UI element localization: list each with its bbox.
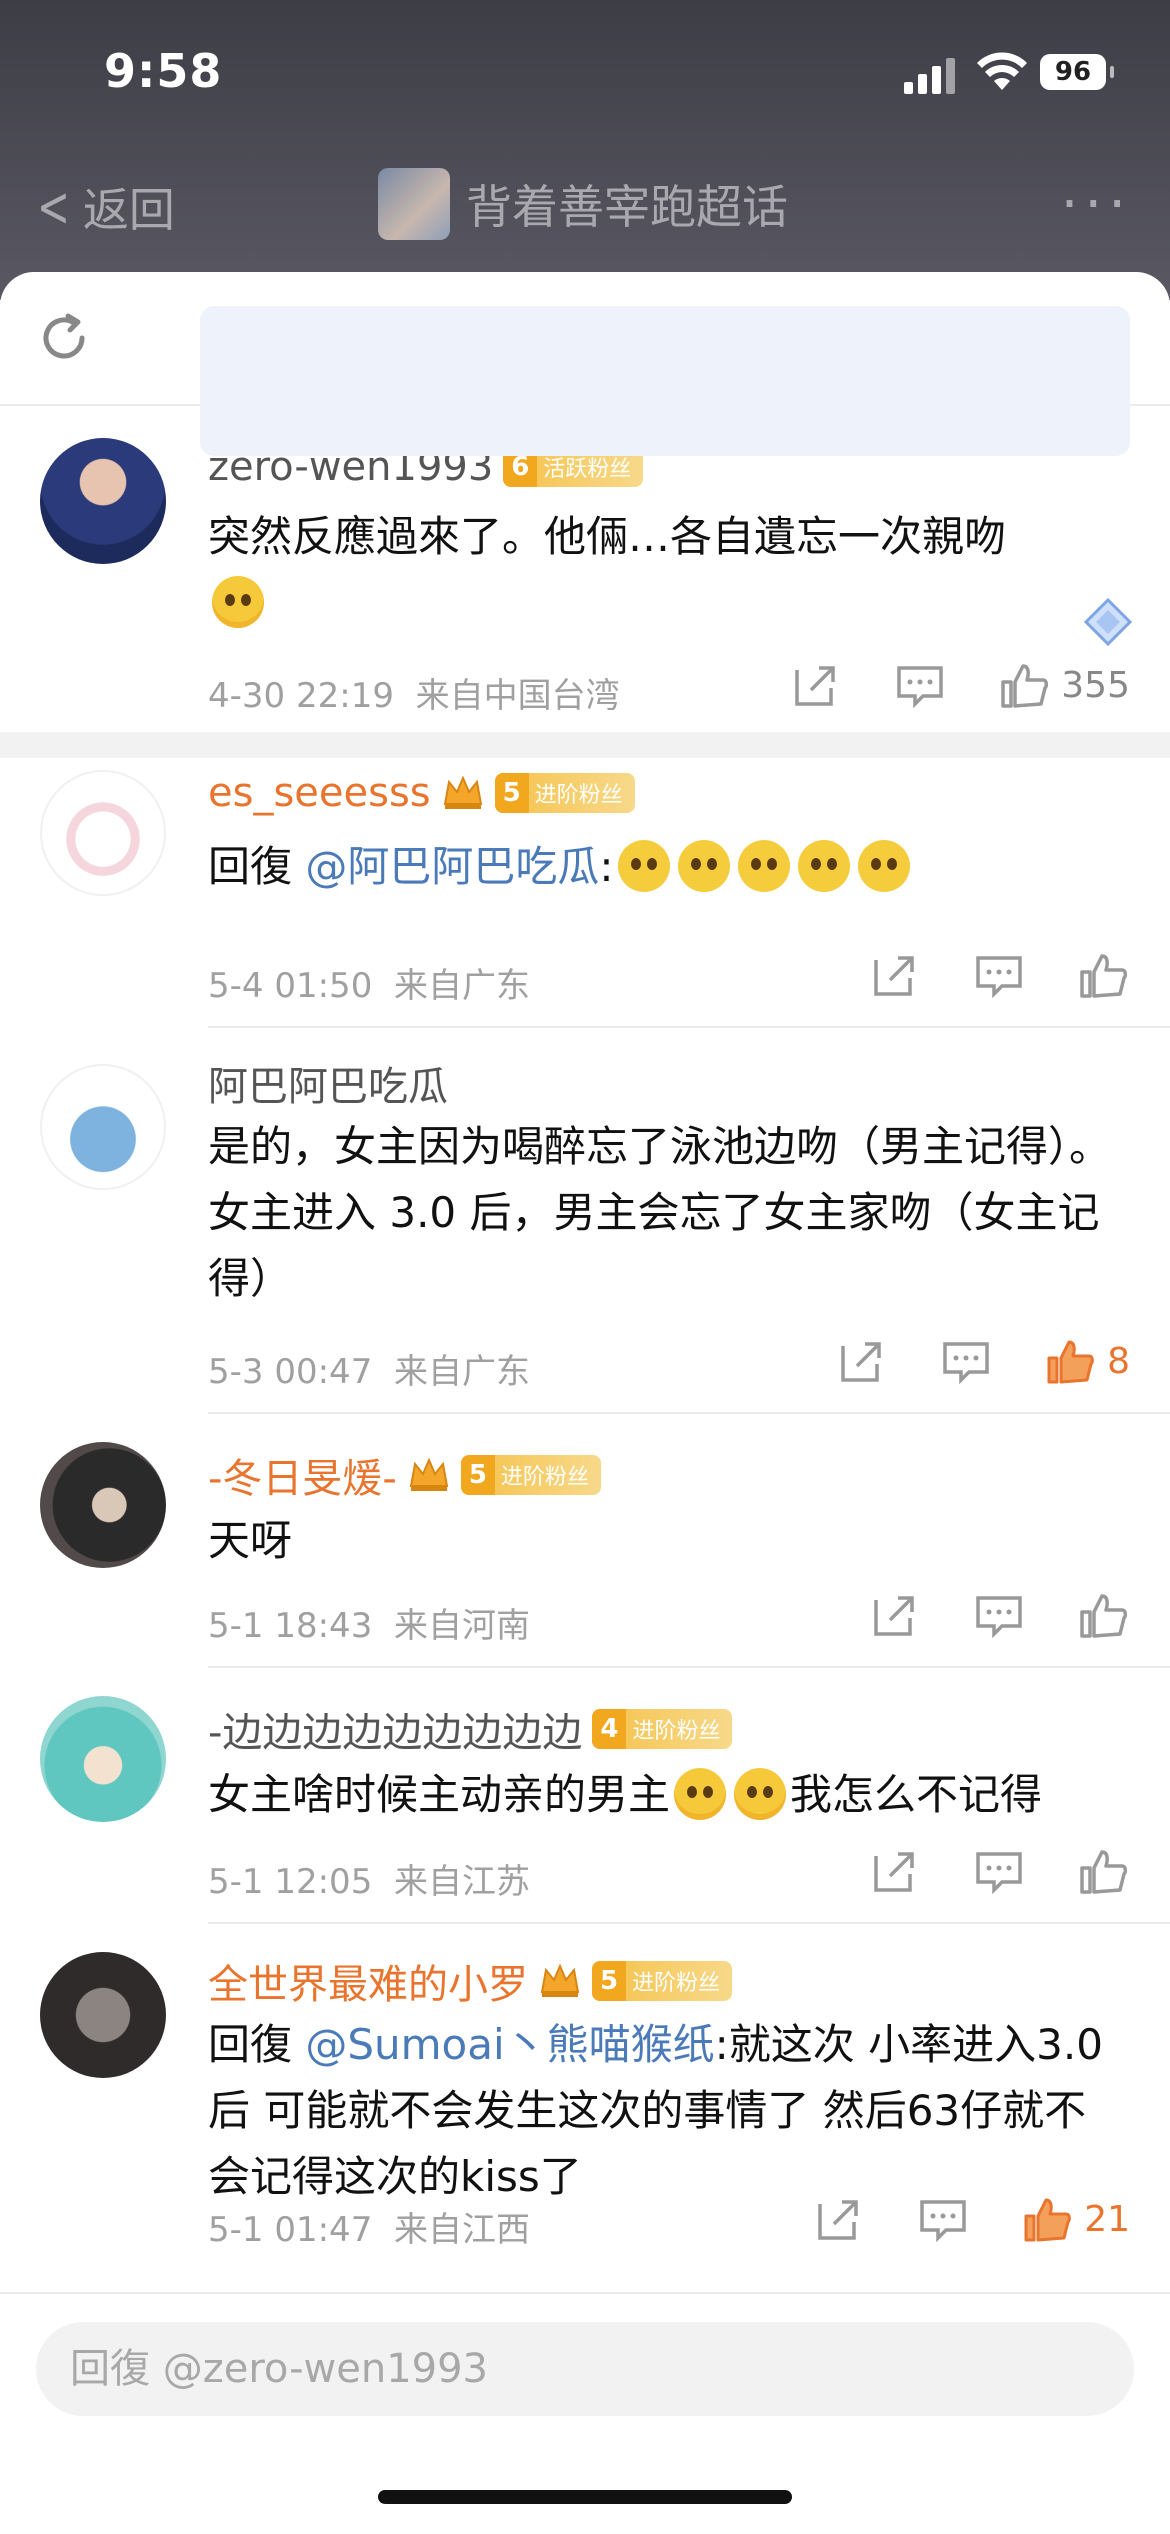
comment-icon[interactable] xyxy=(893,658,947,712)
share-icon[interactable] xyxy=(868,1588,922,1642)
avatar[interactable] xyxy=(40,1952,166,2078)
username[interactable]: 阿巴阿巴吃瓜 xyxy=(208,1054,448,1112)
pleading-face-icon xyxy=(737,839,790,892)
comment-icon[interactable] xyxy=(972,1588,1026,1642)
nav-topic[interactable]: 背着善宰跑超话 xyxy=(378,168,788,240)
comment-icon[interactable] xyxy=(972,948,1026,1002)
chevron-left-icon: < xyxy=(37,174,70,240)
pleading-face-icon xyxy=(617,839,670,892)
comment-text: 回復 @阿巴阿巴吃瓜: xyxy=(208,834,1128,900)
avatar[interactable] xyxy=(40,1064,166,1190)
highlight-bubble xyxy=(200,306,1130,456)
home-indicator xyxy=(378,2490,792,2504)
fan-badge: 5 进阶粉丝 xyxy=(592,1961,733,2001)
share-icon[interactable] xyxy=(812,2192,866,2246)
mention-link[interactable]: @阿巴阿巴吃瓜 xyxy=(305,842,599,891)
comment-header: 全世界最难的小罗 5 进阶粉丝 xyxy=(208,1952,733,2010)
back-label: 返回 xyxy=(82,183,175,237)
avatar[interactable] xyxy=(40,1442,166,1568)
comment-text: 突然反應過來了。他倆…各自遺忘一次親吻 xyxy=(208,504,1128,636)
like-icon-active[interactable] xyxy=(1043,1334,1097,1388)
topic-avatar xyxy=(378,168,450,240)
comment-meta: 5-1 01:47 来自江西 xyxy=(208,2210,530,2250)
status-time: 9:58 xyxy=(104,44,223,98)
comment-header: -冬日旻煖- 5 进阶粉丝 xyxy=(208,1446,601,1504)
comment-text: 女主啥时候主动亲的男主 我怎么不记得 xyxy=(208,1762,1128,1828)
comment-meta: 5-1 12:05 来自江苏 xyxy=(208,1862,530,1902)
status-bar: 9:58 96 xyxy=(0,0,1170,150)
like-icon[interactable] xyxy=(997,658,1051,712)
crown-icon xyxy=(540,1963,580,1997)
avatar[interactable] xyxy=(40,1696,166,1822)
share-icon[interactable] xyxy=(868,948,922,1002)
nav-bar: < 返回 背着善宰跑超话 ··· xyxy=(0,150,1170,260)
battery-indicator: 96 xyxy=(1040,54,1114,90)
more-icon[interactable]: ··· xyxy=(1061,172,1132,237)
username[interactable]: -边边边边边边边边边 xyxy=(208,1700,582,1758)
username[interactable]: 全世界最难的小罗 xyxy=(208,1952,528,2010)
wifi-icon xyxy=(977,52,1027,90)
pleading-face-icon xyxy=(677,839,730,892)
divider xyxy=(208,1412,1170,1414)
comment-header: 阿巴阿巴吃瓜 xyxy=(208,1054,448,1112)
loudly-crying-face-icon xyxy=(212,575,264,628)
comment-meta: 4-30 22:19 来自中国台湾 xyxy=(208,676,620,716)
like-icon[interactable] xyxy=(1076,948,1130,1002)
cellular-signal-icon xyxy=(904,58,956,94)
comment-meta: 5-3 00:47 来自广东 xyxy=(208,1352,530,1392)
like-icon[interactable] xyxy=(1076,1844,1130,1898)
loudly-crying-face-icon xyxy=(734,1767,787,1820)
pleading-face-icon xyxy=(857,839,910,892)
share-icon[interactable] xyxy=(789,658,843,712)
comment-actions xyxy=(818,1844,1130,1898)
username[interactable]: es_seeesss xyxy=(208,770,431,816)
share-icon[interactable] xyxy=(868,1844,922,1898)
crown-icon xyxy=(443,775,482,809)
reply-input[interactable] xyxy=(36,2322,1134,2416)
avatar[interactable] xyxy=(40,438,166,564)
mention-link[interactable]: @Sumoai丶熊喵猴纸 xyxy=(305,2020,714,2069)
comment-icon[interactable] xyxy=(972,1844,1026,1898)
divider xyxy=(208,1922,1170,1924)
comment-actions: 21 xyxy=(762,2192,1130,2246)
fan-badge: 4 进阶粉丝 xyxy=(592,1709,733,1749)
replies-sheet: 17 條回復 zero-wen1993 6活跃粉丝 突然反應過來了。他倆…各自遺… xyxy=(0,272,1170,2532)
comment-header: -边边边边边边边边边 4 进阶粉丝 xyxy=(208,1700,733,1758)
comment-icon[interactable] xyxy=(939,1334,993,1388)
comment-actions xyxy=(818,1588,1130,1642)
comment-header: es_seeesss 5 进阶粉丝 xyxy=(208,770,635,816)
back-button[interactable]: < 返回 xyxy=(30,174,175,240)
like-count: 8 xyxy=(1107,1340,1130,1382)
like-icon[interactable] xyxy=(1076,1588,1130,1642)
avatar[interactable] xyxy=(40,770,166,896)
like-count: 21 xyxy=(1084,2198,1130,2240)
loudly-crying-face-icon xyxy=(674,1767,727,1820)
comment-meta: 5-1 18:43 来自河南 xyxy=(208,1606,530,1646)
fan-badge: 5 进阶粉丝 xyxy=(494,773,635,813)
username[interactable]: -冬日旻煖- xyxy=(208,1446,397,1504)
diamond-icon xyxy=(1083,597,1133,647)
like-icon-active[interactable] xyxy=(1020,2192,1074,2246)
comment-icon[interactable] xyxy=(916,2192,970,2246)
share-icon[interactable] xyxy=(835,1334,889,1388)
comment-actions xyxy=(818,948,1130,1002)
section-divider xyxy=(0,732,1170,758)
nav-title: 背着善宰跑超话 xyxy=(466,180,788,234)
like-count: 355 xyxy=(1061,664,1130,706)
pleading-face-icon xyxy=(797,839,850,892)
fan-badge: 5 进阶粉丝 xyxy=(460,1455,601,1495)
comment-meta: 5-4 01:50 来自广东 xyxy=(208,966,530,1006)
comment-text: 是的，女主因为喝醉忘了泳池边吻（男主记得）。女主进入 3.0 后，男主会忘了女主… xyxy=(208,1122,1112,1303)
divider xyxy=(208,1026,1170,1028)
divider xyxy=(208,1666,1170,1668)
comment-text: 回復 @Sumoai丶熊喵猴纸:就这次 小率进入3.0后 可能就不会发生这次的事… xyxy=(208,2020,1103,2201)
comment-text: 天呀 xyxy=(208,1516,293,1565)
comment-actions: 8 xyxy=(785,1334,1130,1388)
comment-actions: 355 xyxy=(739,658,1130,712)
crown-icon xyxy=(409,1457,449,1491)
